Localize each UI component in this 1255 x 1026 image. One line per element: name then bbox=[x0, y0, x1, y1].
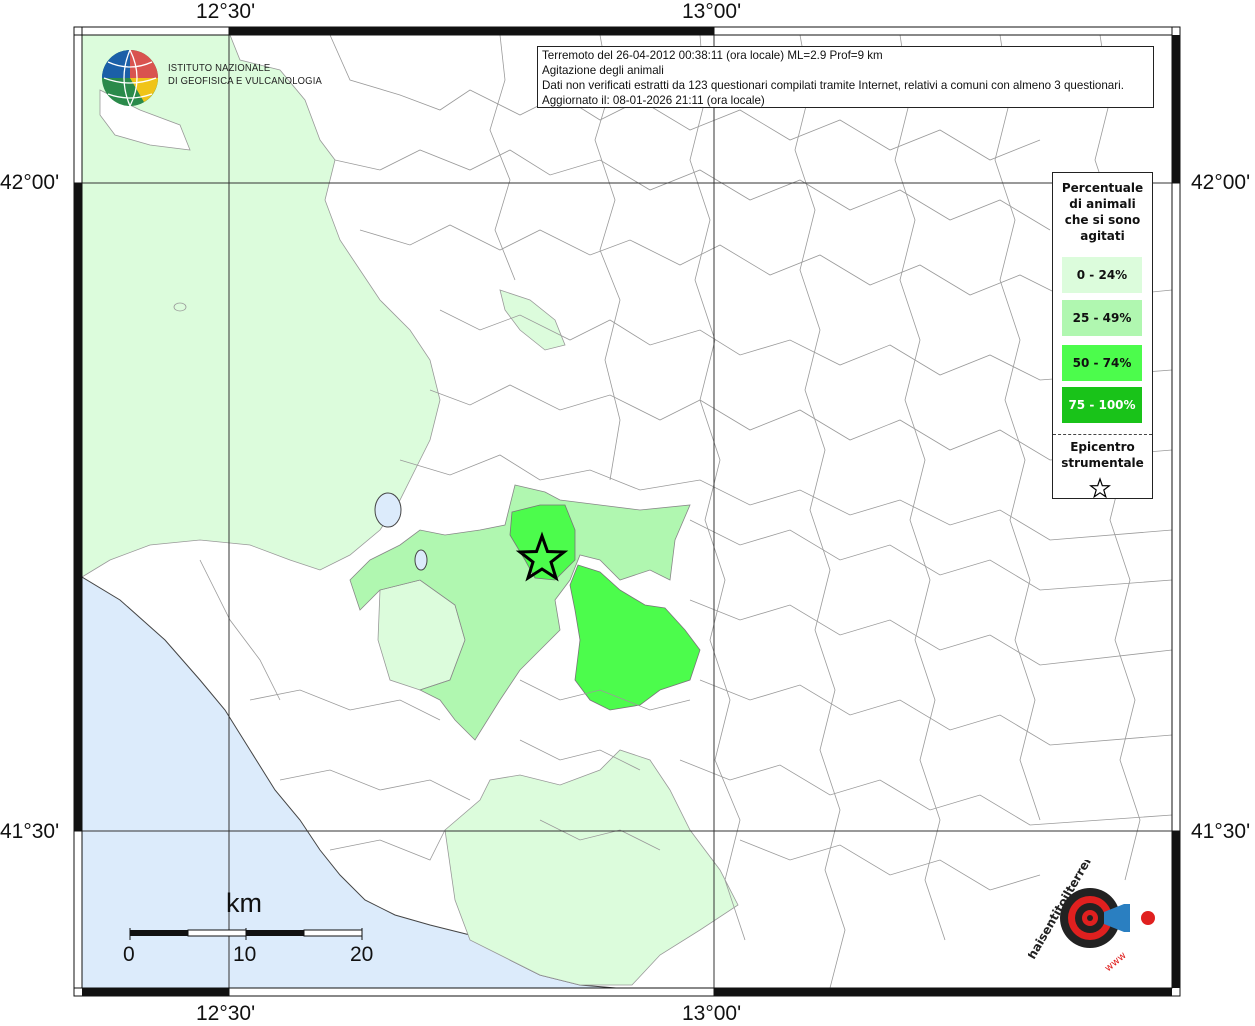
lake-bracciano bbox=[374, 492, 402, 528]
legend-swatch-75-100: 75 - 100% bbox=[1062, 387, 1142, 423]
legend-title-line: di animali bbox=[1069, 197, 1136, 211]
update-time: Aggiornato il: 08-01-2026 21:11 (ora loc… bbox=[542, 94, 765, 107]
event-info-box: Terremoto del 26-04-2012 00:38:11 (ora l… bbox=[537, 46, 1154, 108]
ingv-logo-text: ISTITUTO NAZIONALE DI GEOFISICA E VULCAN… bbox=[168, 62, 322, 88]
lon-label-bottom-left: 12°30' bbox=[196, 1002, 256, 1025]
scale-label-0: 0 bbox=[123, 943, 135, 966]
legend-label-75-100: 75 - 100% bbox=[1068, 398, 1136, 412]
svg-text:www: www bbox=[1103, 950, 1129, 974]
legend-swatch-25-49: 25 - 49% bbox=[1062, 300, 1142, 336]
legend-swatch-0-24: 0 - 24% bbox=[1062, 257, 1142, 293]
legend-star-icon bbox=[1089, 477, 1111, 499]
ingv-logo-line1: ISTITUTO NAZIONALE bbox=[168, 62, 271, 74]
lat-label-right-bottom: 41°30' bbox=[1191, 820, 1251, 843]
scale-label-10: 10 bbox=[233, 943, 257, 966]
lat-label-right-top: 42°00' bbox=[1191, 171, 1251, 194]
legend-swatch-50-74: 50 - 74% bbox=[1062, 345, 1142, 381]
data-note: Dati non verificati estratti da 123 ques… bbox=[542, 79, 1124, 92]
lon-label-top-left: 12°30' bbox=[196, 0, 256, 23]
legend-epicenter-line: strumentale bbox=[1061, 456, 1144, 470]
legend-title-line: agitati bbox=[1080, 229, 1125, 243]
legend-separator bbox=[1053, 434, 1152, 435]
hst-logo: haisentitoilterremoto.it www bbox=[1028, 860, 1155, 974]
legend-title-line: che si sono bbox=[1064, 213, 1141, 227]
lat-label-left-top: 42°00' bbox=[0, 171, 60, 194]
event-title: Terremoto del 26-04-2012 00:38:11 (ora l… bbox=[542, 49, 883, 62]
map-subject: Agitazione degli animali bbox=[542, 64, 664, 77]
legend-epicenter-label: Epicentro strumentale bbox=[1053, 439, 1152, 471]
lat-label-left-bottom: 41°30' bbox=[0, 820, 60, 843]
legend-title: Percentuale di animali che si sono agita… bbox=[1053, 180, 1152, 244]
legend-title-line: Percentuale bbox=[1061, 181, 1144, 195]
legend-label-50-74: 50 - 74% bbox=[1072, 356, 1132, 370]
scale-label-20: 20 bbox=[350, 943, 374, 966]
ingv-logo-line2: DI GEOFISICA E VULCANOLOGIA bbox=[168, 75, 322, 87]
legend-label-25-49: 25 - 49% bbox=[1072, 311, 1132, 325]
legend-label-0-24: 0 - 24% bbox=[1076, 268, 1128, 282]
lon-label-bottom-right: 13°00' bbox=[682, 1002, 742, 1025]
lon-label-top-right: 13°00' bbox=[682, 0, 742, 23]
legend-epicenter-line: Epicentro bbox=[1070, 440, 1135, 454]
legend: Percentuale di animali che si sono agita… bbox=[1052, 172, 1153, 499]
lake-martignano bbox=[414, 549, 428, 571]
